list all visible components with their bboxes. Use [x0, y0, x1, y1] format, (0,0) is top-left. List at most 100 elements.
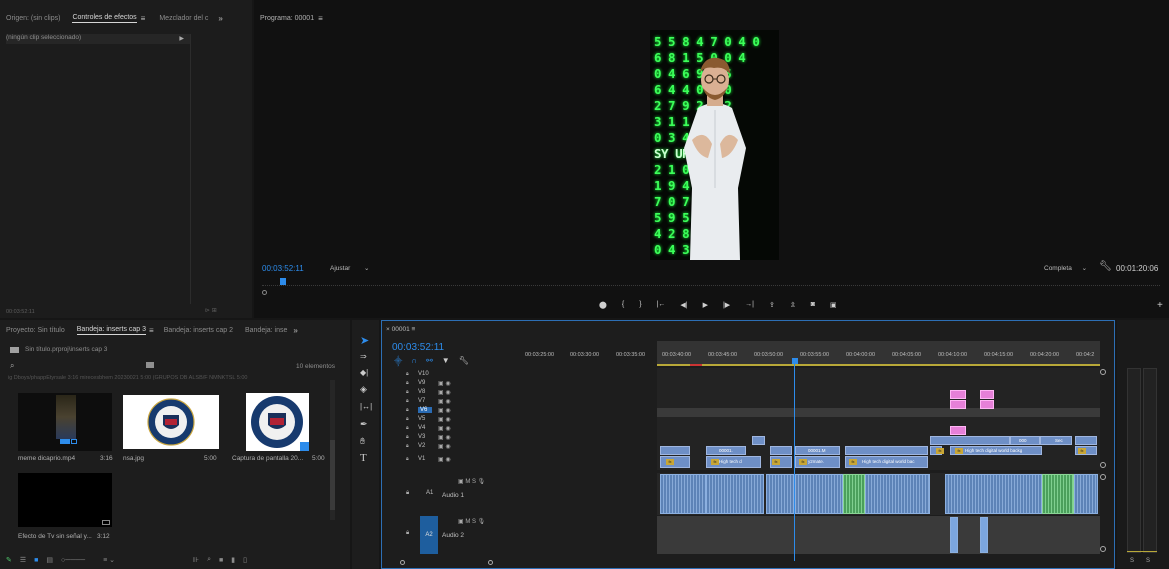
lock-icon[interactable]: 🔒︎ — [406, 490, 409, 497]
icon-view-icon[interactable]: ■ — [34, 557, 38, 564]
video-clip[interactable]: High tech digital world backg — [950, 446, 1042, 455]
track-controls[interactable]: ▣ M S 🎙︎ — [458, 518, 485, 525]
marker-icon[interactable]: ⬤ — [599, 301, 607, 309]
program-playhead[interactable] — [280, 278, 286, 285]
program-scrub-bar[interactable] — [262, 278, 1160, 286]
pen-tool-icon[interactable]: ✒ — [360, 419, 368, 430]
scroll-circle-icon[interactable] — [1100, 462, 1106, 468]
video-clip[interactable]: 00001. — [706, 446, 746, 455]
track-header-v5[interactable]: 🔒︎ V5 ▣ ◉ — [406, 415, 451, 423]
lift-icon[interactable]: ⇪ — [769, 301, 775, 309]
program-menu-icon[interactable]: ≡ — [318, 14, 323, 23]
go-to-out-icon[interactable]: →| — [745, 301, 754, 309]
find-icon[interactable]: ⌕ — [207, 556, 211, 564]
tab-program[interactable]: Programa: 00001 — [260, 15, 314, 22]
ripple-edit-tool-icon[interactable]: ◆| — [360, 368, 368, 377]
timeline-menu-icon[interactable]: ≡ — [412, 326, 416, 333]
timeline-tab[interactable]: × 00001 ≡ — [386, 326, 415, 333]
tab-effect-controls[interactable]: Controles de efectos — [72, 14, 137, 23]
slip-tool-icon[interactable]: |↔| — [360, 402, 372, 411]
solo-label-left[interactable]: S — [1130, 558, 1134, 564]
scrollbar[interactable] — [330, 380, 335, 520]
camera-icon[interactable]: ◙ — [811, 301, 815, 309]
list-item[interactable] — [18, 473, 112, 527]
audio-clip[interactable] — [865, 474, 930, 514]
track-header-v2[interactable]: 🔒︎ V2 ▣ ◉ — [406, 442, 451, 450]
linked-selection-icon[interactable]: ⚯ — [426, 356, 433, 367]
add-button-icon[interactable]: + — [1157, 300, 1163, 311]
fit-dropdown[interactable]: Ajustar ⌄ — [330, 264, 370, 272]
hand-tool-icon[interactable]: ✋︎ — [360, 436, 365, 447]
scrollbar-thumb[interactable] — [330, 440, 335, 510]
tab-audio-mixer[interactable]: Mezclador del c — [159, 15, 208, 22]
effect-controls-footer-icons[interactable]: ⊳ ⊞ — [205, 307, 217, 314]
list-view-icon[interactable]: ☰ — [20, 556, 26, 564]
track-controls[interactable]: ▣ M S 🎙︎ — [458, 478, 485, 485]
timeline-zoom-bar[interactable] — [400, 560, 495, 566]
new-item-icon[interactable]: ▮ — [231, 556, 235, 564]
audio-clip[interactable] — [795, 474, 843, 514]
new-bin-icon[interactable]: ■ — [219, 557, 223, 564]
snap-icon[interactable]: ∩ — [411, 356, 417, 367]
track-header-v4[interactable]: 🔒︎ V4 ▣ ◉ — [406, 424, 451, 432]
more-tabs-icon[interactable]: » — [218, 14, 222, 23]
track-header-v3[interactable]: 🔒︎ V3 ▣ ◉ — [406, 433, 451, 441]
zoom-handle-left[interactable] — [400, 560, 405, 565]
tab-source[interactable]: Origen: (sin clips) — [6, 15, 60, 22]
zoom-slider[interactable]: ○──── — [61, 557, 85, 564]
track-header-v9[interactable]: 🔒︎ V9 ▣ ◉ — [406, 379, 451, 387]
audio-clip[interactable] — [766, 474, 794, 514]
scroll-circle-icon[interactable] — [1100, 474, 1106, 480]
zoom-handle-right[interactable] — [488, 560, 493, 565]
timeline-timecode[interactable]: 00:03:52:11 — [392, 342, 444, 353]
lock-icon[interactable]: 🔒︎ — [406, 530, 409, 537]
search-icon[interactable]: ⌕ — [10, 361, 14, 371]
video-clip[interactable] — [770, 446, 792, 455]
video-clip[interactable] — [930, 436, 1010, 445]
track-id-a2[interactable]: A2 — [420, 516, 438, 554]
solo-label-right[interactable]: S — [1146, 558, 1150, 564]
settings-wrench-icon[interactable]: 🔧︎ — [459, 356, 469, 367]
type-tool-icon[interactable]: T — [360, 452, 367, 464]
video-clip[interactable] — [660, 446, 690, 455]
panel-menu-icon[interactable]: ≡ — [141, 14, 146, 23]
audio-clip[interactable] — [950, 517, 958, 553]
track-header-v7[interactable]: 🔒︎ V7 ▣ ◉ — [406, 397, 451, 405]
track-header-v1[interactable]: 🔒︎ V1 ▣ ◉ — [406, 455, 451, 463]
automate-icon[interactable]: ⊪ — [193, 556, 199, 564]
razor-tool-icon[interactable]: ◈ — [360, 384, 367, 395]
audio-clip[interactable] — [660, 474, 706, 514]
track-header-a2[interactable]: 🔒︎ A2 ▣ M S 🎙︎ Audio 2 — [406, 516, 516, 554]
step-back-icon[interactable]: ◀| — [680, 301, 687, 309]
tab-project[interactable]: Proyecto: Sin título — [6, 327, 65, 334]
timeline-playhead[interactable] — [792, 358, 798, 364]
video-clip[interactable] — [752, 436, 765, 445]
track-header-v6[interactable]: 🔒︎ V6 ▣ ◉ — [406, 406, 451, 414]
audio-clip[interactable] — [1074, 474, 1098, 514]
video-clip[interactable] — [1075, 436, 1097, 445]
track-header-a1[interactable]: 🔒︎ A1 ▣ M S 🎙︎ Audio 1 — [406, 478, 516, 514]
step-forward-icon[interactable]: |▶ — [723, 301, 730, 309]
audio-clip[interactable] — [945, 474, 1042, 514]
video-clip[interactable]: 000 — [1010, 436, 1040, 445]
work-area-bar[interactable] — [657, 364, 1100, 366]
freeform-view-icon[interactable]: ▤ — [46, 556, 53, 564]
selection-tool-icon[interactable]: ➤ — [360, 334, 369, 347]
scroll-circle-icon[interactable] — [1100, 546, 1106, 552]
search-input[interactable] — [20, 362, 140, 370]
bin-menu-icon[interactable]: ≡ — [149, 326, 154, 335]
nest-icon[interactable]: ⸎ — [394, 356, 402, 367]
graphic-clip[interactable] — [950, 400, 966, 409]
audio-clip[interactable] — [706, 474, 764, 514]
mark-out-icon[interactable]: } — [639, 301, 641, 309]
graphic-clip[interactable] — [950, 390, 966, 399]
scroll-circle-icon[interactable] — [1100, 369, 1106, 375]
new-bin-from-search-icon[interactable] — [146, 362, 154, 368]
compare-icon[interactable]: ▣ — [830, 301, 837, 309]
pencil-icon[interactable]: ✎ — [6, 556, 12, 564]
tab-bin-inserts-cap-2[interactable]: Bandeja: inserts cap 2 — [164, 327, 233, 334]
tab-bin-inse[interactable]: Bandeja: inse — [245, 327, 287, 334]
graphic-clip[interactable] — [980, 400, 994, 409]
video-clip[interactable] — [845, 446, 928, 455]
expand-arrow-icon[interactable]: ▶ — [179, 35, 184, 42]
